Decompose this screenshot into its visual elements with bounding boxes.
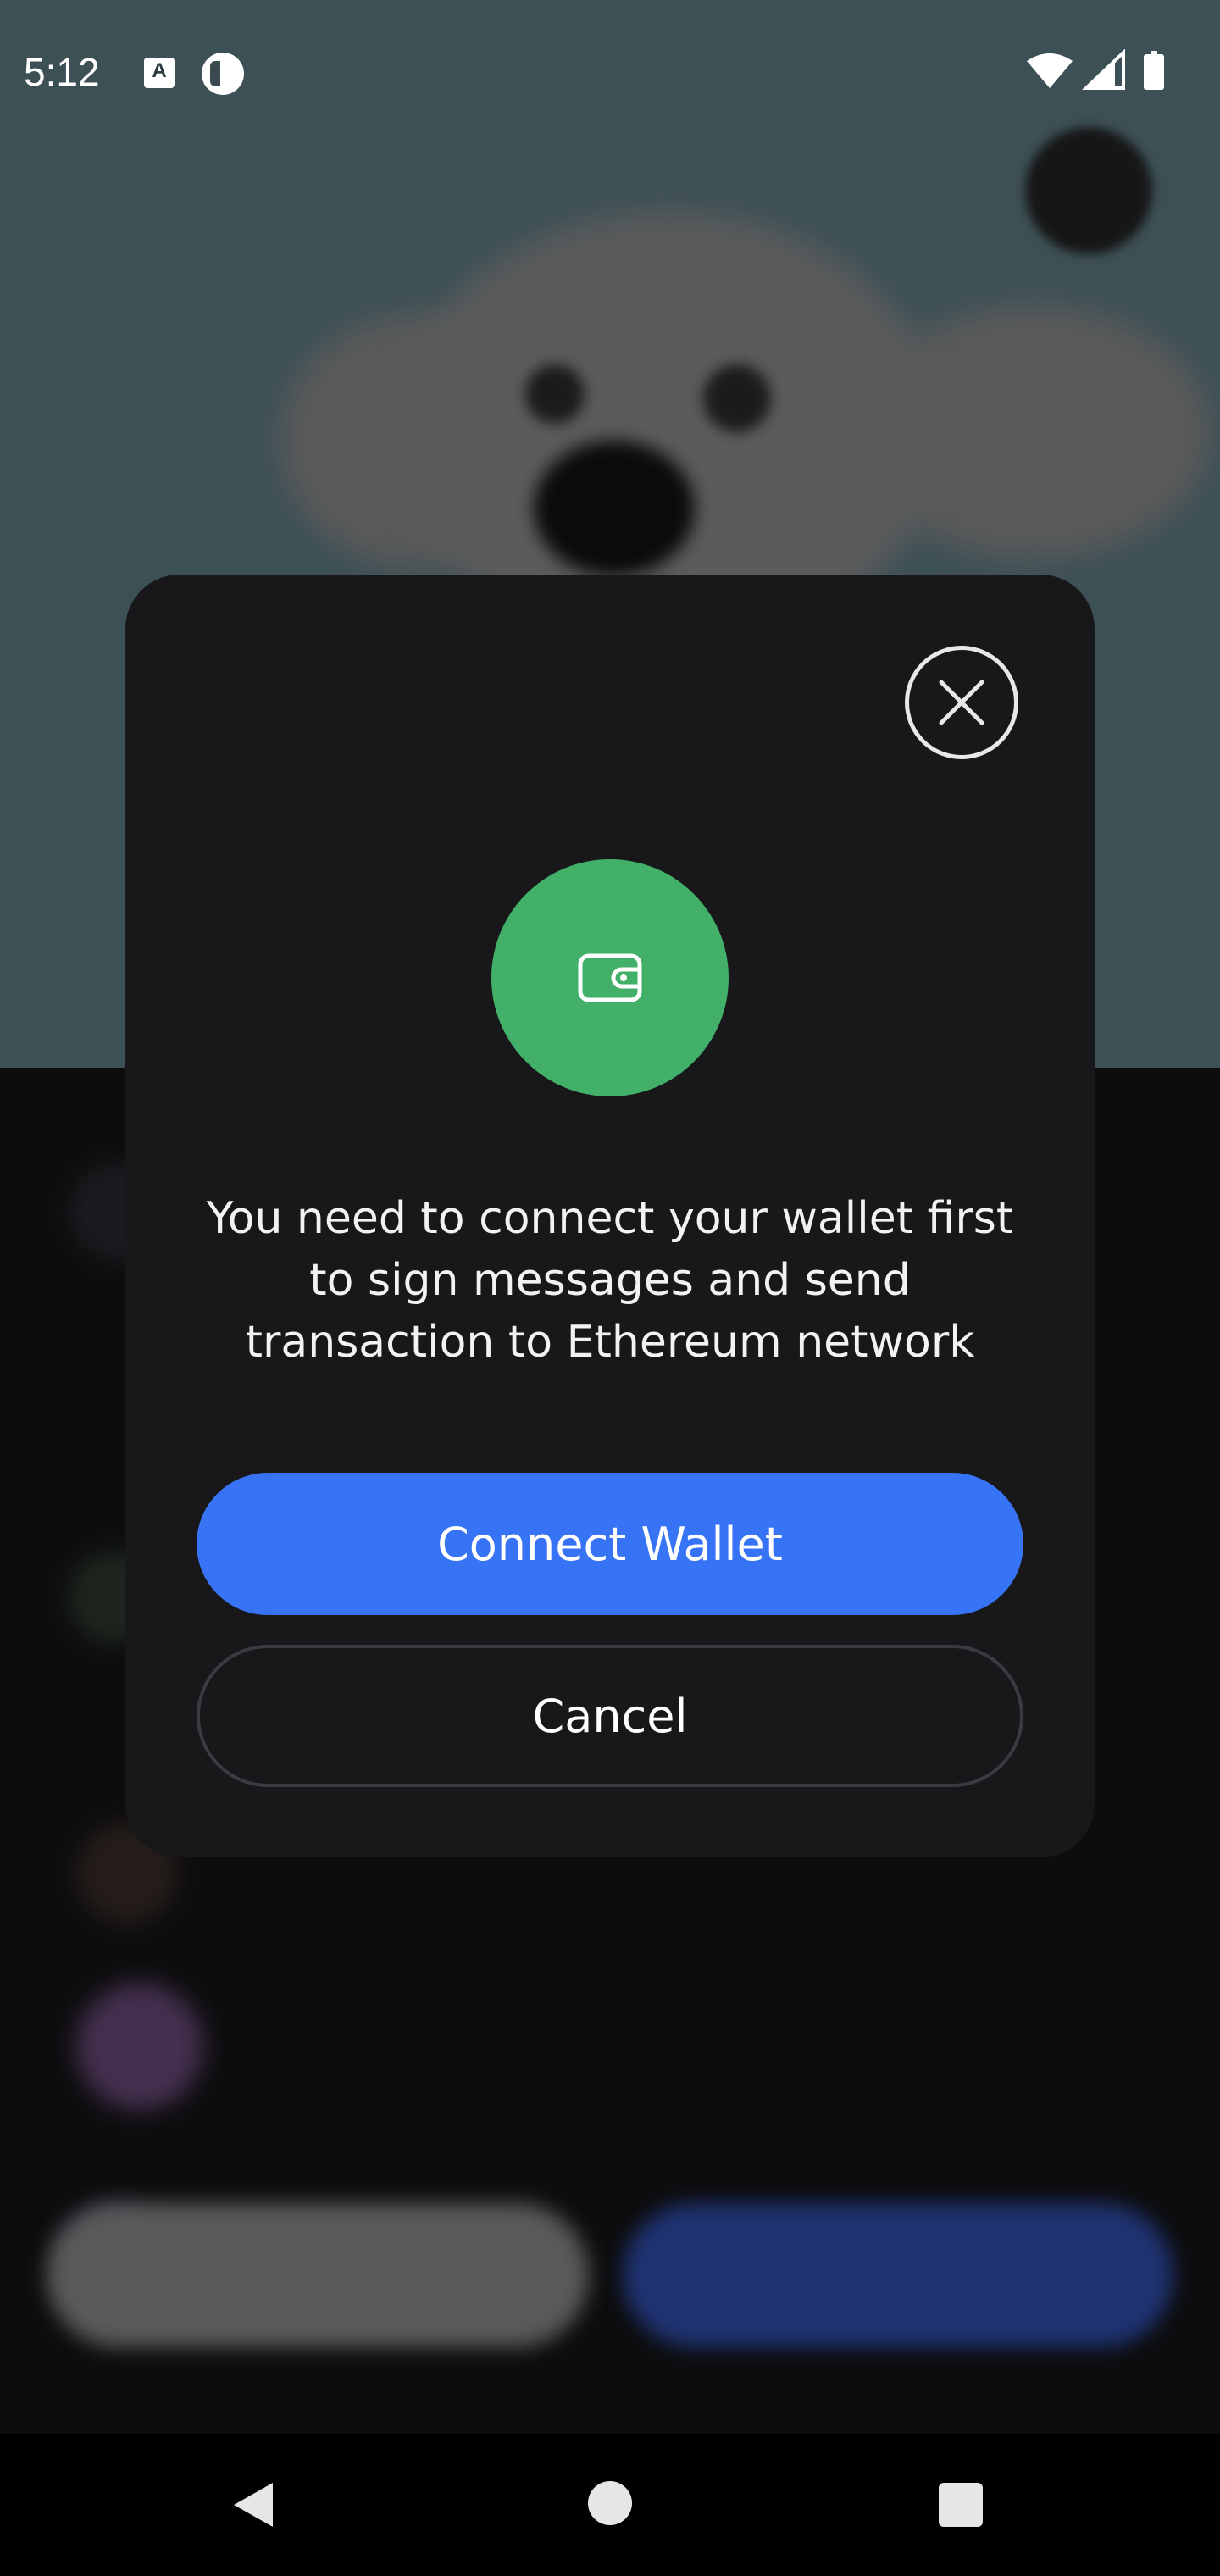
recents-icon[interactable]: [939, 2483, 983, 2527]
wallet-icon: [578, 953, 642, 1002]
cancel-button[interactable]: Cancel: [197, 1645, 1023, 1787]
home-icon[interactable]: [588, 2481, 632, 2525]
back-icon[interactable]: [229, 2479, 276, 2530]
connect-wallet-button[interactable]: Connect Wallet: [197, 1473, 1023, 1615]
cancel-label: Cancel: [532, 1689, 688, 1743]
app-screen: 5:12 A You need to connect your wallet f…: [0, 0, 1220, 2434]
close-icon: [939, 680, 984, 725]
wifi-icon: [1027, 53, 1073, 88]
dialog-message: You need to connect your wallet first to…: [176, 1188, 1044, 1374]
message-line: You need to connect your wallet first: [206, 1193, 1014, 1244]
status-bar: 5:12 A: [0, 0, 1220, 146]
app-notification-icon: [202, 53, 244, 95]
cell-signal-icon: [1082, 49, 1125, 90]
wallet-icon-badge: [491, 859, 729, 1096]
status-icons: [1027, 49, 1164, 90]
connect-wallet-dialog: You need to connect your wallet first to…: [125, 575, 1095, 1857]
message-line: transaction to Ethereum network: [245, 1317, 975, 1368]
status-time: 5:12: [24, 50, 100, 94]
a-notification-icon: A: [144, 58, 175, 88]
connect-wallet-label: Connect Wallet: [437, 1517, 783, 1571]
close-button[interactable]: [905, 646, 1018, 759]
battery-icon: [1144, 51, 1164, 90]
message-line: to sign messages and send: [309, 1255, 911, 1306]
